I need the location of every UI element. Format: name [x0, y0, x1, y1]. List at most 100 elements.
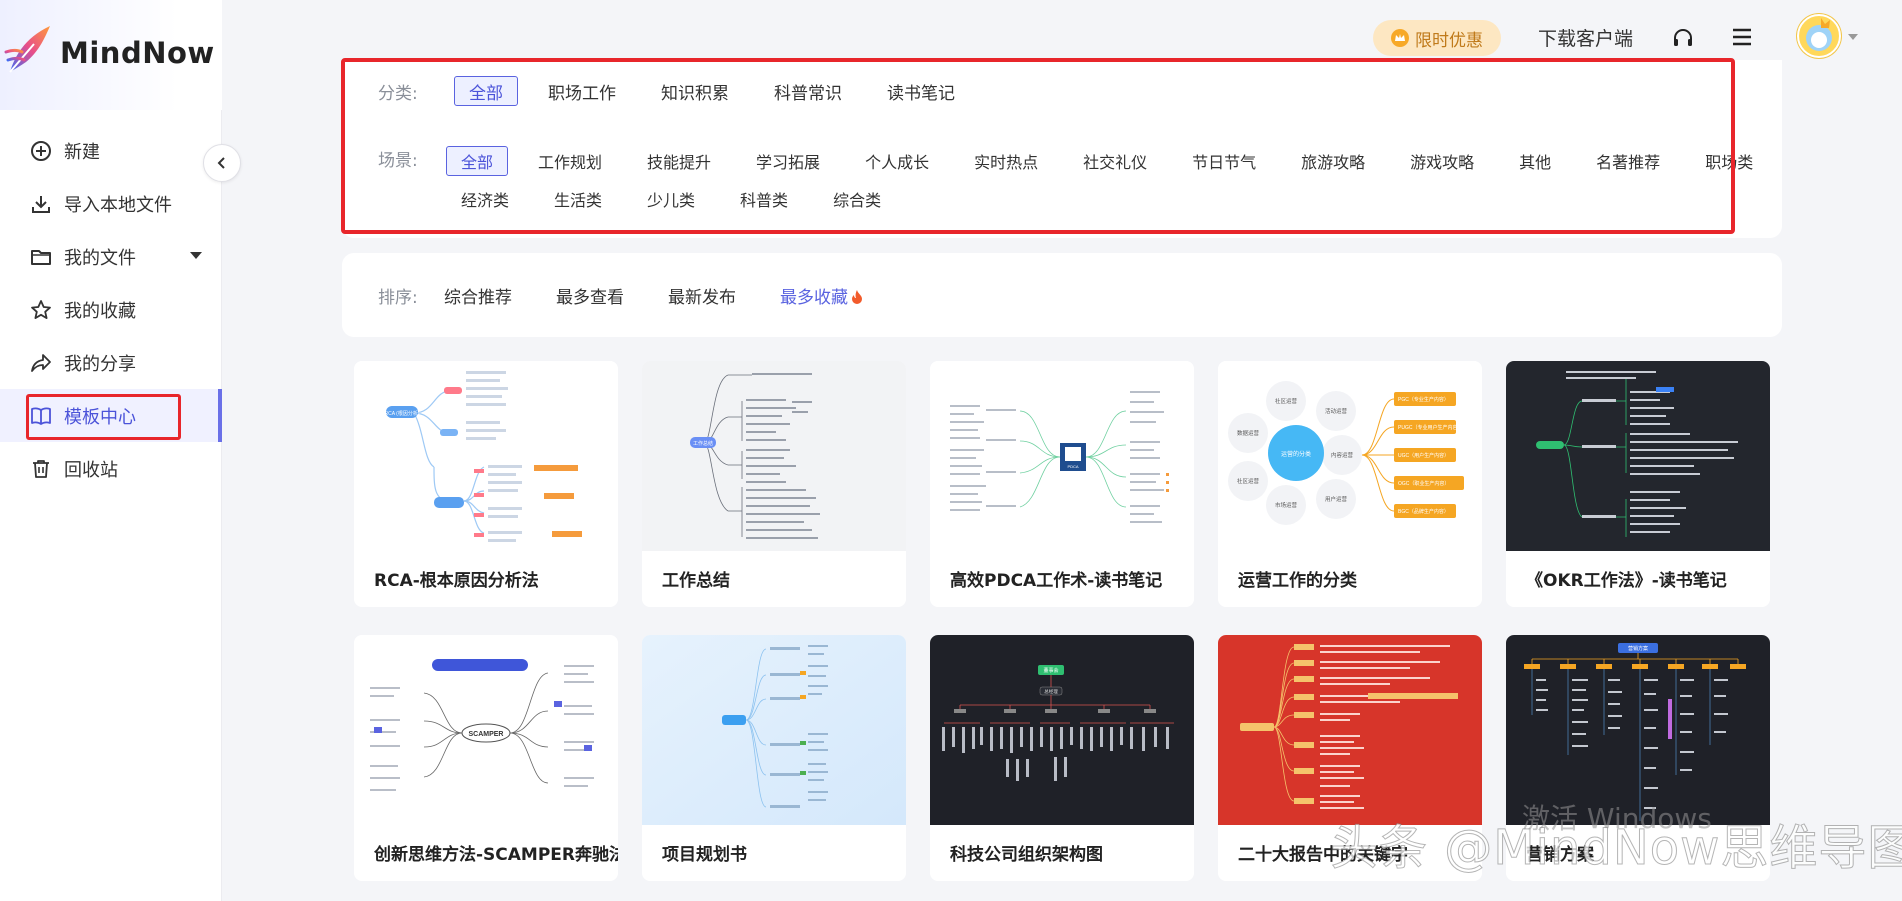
sidebar-item-label: 我的文件 [64, 247, 136, 269]
scamper-center-text: SCAMPER [468, 731, 503, 738]
template-thumbnail [642, 635, 906, 825]
promo-label: 限时优惠 [1415, 30, 1483, 51]
sidebar-item-favorites[interactable]: 我的收藏 [0, 283, 222, 336]
import-icon [30, 193, 52, 215]
scene-chip[interactable]: 名著推荐 [1581, 146, 1675, 176]
scene-chip[interactable]: 经济类 [446, 184, 524, 214]
org-top-text: 董事会 [1043, 667, 1058, 674]
ops-node-text: 活动运营 [1325, 407, 1348, 415]
summary-root-text: 工作总结 [693, 440, 713, 447]
share-icon [30, 352, 52, 374]
scene-chip[interactable]: 旅游攻略 [1286, 146, 1380, 176]
avatar-crown-icon [1806, 18, 1832, 51]
chevron-left-icon [217, 157, 225, 169]
template-thumbnail: 董事会 总经理 [930, 635, 1194, 825]
category-label: 分类: [378, 83, 418, 104]
template-title: 《OKR工作法》-读书笔记 [1526, 571, 1727, 591]
sidebar-item-label: 导入本地文件 [64, 194, 172, 216]
folder-icon [30, 246, 52, 268]
scene-chip[interactable]: 社交礼仪 [1068, 146, 1162, 176]
scene-chip[interactable]: 综合类 [818, 184, 896, 214]
marketing-top-text: 营销方案 [1628, 645, 1648, 652]
ops-center-text: 运营的分类 [1281, 450, 1311, 458]
template-title: 项目规划书 [662, 845, 747, 865]
template-thumbnail: SCAMPER [354, 635, 618, 825]
collapse-sidebar-button[interactable] [203, 144, 241, 182]
plus-circle-icon [30, 140, 52, 162]
rca-root-text: RCA (根因分析) [384, 410, 419, 417]
org-ceo-text: 总经理 [1044, 688, 1058, 694]
sidebar-item-label: 我的收藏 [64, 300, 136, 322]
template-card[interactable]: SCAMPER 创新思维方法-SCAMPER奔驰法 [354, 635, 618, 881]
sidebar-item-import[interactable]: 导入本地文件 [0, 177, 222, 230]
sort-option[interactable]: 最新发布 [668, 283, 736, 308]
sidebar: MindNow 新建 导入本地文件 我的文件 我的收藏 我的分享 模板中心 回收… [0, 0, 222, 901]
crown-icon [1391, 29, 1409, 47]
sidebar-item-label: 新建 [64, 141, 100, 163]
scene-chip[interactable]: 技能提升 [632, 146, 726, 176]
template-thumbnail: 运营的分类 社区运营 活动运营 数据运营 内容运营 社区运营 市场运营 用户运营… [1218, 361, 1482, 551]
sort-option[interactable]: 综合推荐 [444, 283, 512, 308]
sidebar-item-shares[interactable]: 我的分享 [0, 336, 222, 389]
sidebar-item-label: 回收站 [64, 459, 118, 481]
ops-tag-text: OGC（职业生产内容） [1398, 480, 1449, 487]
template-title: 科技公司组织架构图 [950, 845, 1103, 865]
category-chip[interactable]: 知识积累 [646, 76, 744, 106]
chevron-down-icon[interactable] [190, 252, 202, 259]
scene-chip[interactable]: 生活类 [539, 184, 617, 214]
template-card[interactable]: PDCA 高效PDCA工作术-读书笔记 [930, 361, 1194, 607]
template-card[interactable]: 董事会 总经理 科技公司组织架构图 [930, 635, 1194, 881]
template-title: 工作总结 [662, 571, 730, 591]
promo-button[interactable]: 限时优惠 [1373, 20, 1501, 56]
download-client-link[interactable]: 下载客户端 [1538, 24, 1633, 51]
scene-chip[interactable]: 其他 [1504, 146, 1566, 176]
scene-chip[interactable]: 个人成长 [850, 146, 944, 176]
annotation-highlight-box [26, 394, 181, 440]
category-chip[interactable]: 职场工作 [533, 76, 631, 106]
sidebar-item-trash[interactable]: 回收站 [0, 442, 222, 495]
scene-chip[interactable]: 工作规划 [523, 146, 617, 176]
menu-icon[interactable] [1731, 26, 1753, 48]
feather-logo-icon [4, 26, 50, 73]
template-thumbnail: 工作总结 [642, 361, 906, 551]
ops-tag-text: UGC（用户生产内容） [1398, 452, 1449, 459]
avatar-dropdown-icon[interactable] [1848, 34, 1858, 40]
template-card[interactable]: 《OKR工作法》-读书笔记 [1506, 361, 1770, 607]
star-icon [30, 299, 52, 321]
category-chip[interactable]: 科普常识 [759, 76, 857, 106]
scene-chip[interactable]: 少儿类 [632, 184, 710, 214]
template-thumbnail [1218, 635, 1482, 825]
scene-label-row: 场景: [378, 146, 454, 171]
scene-chip[interactable]: 科普类 [725, 184, 803, 214]
watermark: 头条 @MindNow思维导图 [1329, 820, 1902, 877]
ops-node-text: 数据运营 [1237, 429, 1260, 437]
template-card[interactable]: 项目规划书 [642, 635, 906, 881]
scene-chip[interactable]: 实时热点 [959, 146, 1053, 176]
ops-tag-text: PGC（专业生产内容） [1398, 396, 1449, 403]
sort-option-selected[interactable]: 最多收藏 [780, 283, 864, 308]
template-thumbnail [1506, 361, 1770, 551]
scene-chip[interactable]: 学习拓展 [741, 146, 835, 176]
scene-chip[interactable]: 节日节气 [1177, 146, 1271, 176]
category-chip[interactable]: 读书笔记 [872, 76, 970, 106]
template-card[interactable]: 运营的分类 社区运营 活动运营 数据运营 内容运营 社区运营 市场运营 用户运营… [1218, 361, 1482, 607]
ops-tag-text: PUGC（专业用户生产内容） [1398, 424, 1462, 431]
sidebar-item-templates[interactable]: 模板中心 [0, 389, 222, 442]
template-title: RCA-根本原因分析法 [374, 571, 539, 591]
logo[interactable]: MindNow [0, 0, 222, 110]
sidebar-item-new[interactable]: 新建 [0, 124, 222, 177]
ops-node-text: 社区运营 [1237, 477, 1260, 485]
scene-chip[interactable]: 游戏攻略 [1395, 146, 1489, 176]
scene-chip[interactable]: 职场类 [1690, 146, 1768, 176]
ops-node-text: 市场运营 [1275, 501, 1298, 509]
template-card[interactable]: RCA (根因分析) RCA-根本原因分析法 [354, 361, 618, 607]
avatar[interactable] [1797, 14, 1841, 58]
headset-icon[interactable] [1671, 26, 1695, 50]
template-thumbnail: PDCA [930, 361, 1194, 551]
sort-option[interactable]: 最多查看 [556, 283, 624, 308]
scene-chip-all[interactable]: 全部 [446, 146, 509, 176]
sidebar-item-my-files[interactable]: 我的文件 [0, 230, 222, 283]
category-chip-all[interactable]: 全部 [454, 76, 518, 106]
sort-panel: 排序: 综合推荐 最多查看 最新发布 最多收藏 [342, 253, 1782, 337]
template-card[interactable]: 工作总结 工作总结 [642, 361, 906, 607]
